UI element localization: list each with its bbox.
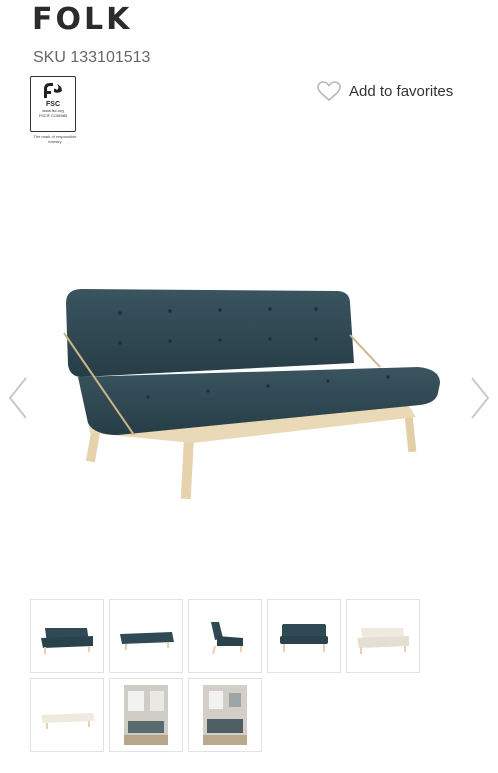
gallery-next-button[interactable] bbox=[468, 376, 492, 425]
fsc-badge: FSC www.fsc.org FSC® C108980 The mark of… bbox=[30, 76, 80, 144]
thumbnail-image bbox=[41, 713, 95, 729]
fsc-tree-icon bbox=[44, 83, 62, 98]
fsc-code: FSC® C108980 bbox=[38, 113, 68, 118]
chevron-left-icon bbox=[8, 377, 27, 419]
thumbnail-image bbox=[124, 685, 168, 745]
thumbnail-image bbox=[357, 628, 409, 654]
thumbnail-image bbox=[211, 622, 243, 655]
thumbnail-7[interactable] bbox=[109, 678, 183, 752]
favorites-label: Add to favorites bbox=[349, 82, 454, 100]
product-title: FOLK bbox=[32, 2, 133, 37]
thumbnail-6[interactable] bbox=[30, 678, 104, 752]
fsc-caption: The mark of responsible forestry bbox=[33, 134, 77, 144]
gallery-prev-button[interactable] bbox=[6, 376, 30, 425]
thumbnail-1[interactable] bbox=[30, 599, 104, 673]
thumbnail-image bbox=[280, 624, 328, 652]
thumbnail-image bbox=[203, 685, 247, 745]
add-to-favorites-button[interactable]: Add to favorites bbox=[316, 80, 453, 102]
thumbnail-image bbox=[41, 628, 93, 654]
heart-outline-icon bbox=[317, 81, 341, 102]
product-sku: SKU 133101513 bbox=[33, 49, 151, 66]
thumbnail-4[interactable] bbox=[267, 599, 341, 673]
thumbnail-3[interactable] bbox=[188, 599, 262, 673]
fsc-logo-text: FSC bbox=[46, 101, 60, 108]
thumbnail-5[interactable] bbox=[346, 599, 420, 673]
thumbnail-8[interactable] bbox=[188, 678, 262, 752]
chevron-right-icon bbox=[471, 377, 490, 419]
thumbnail-2[interactable] bbox=[109, 599, 183, 673]
product-main-image[interactable] bbox=[58, 285, 443, 500]
thumbnail-image bbox=[120, 632, 174, 650]
